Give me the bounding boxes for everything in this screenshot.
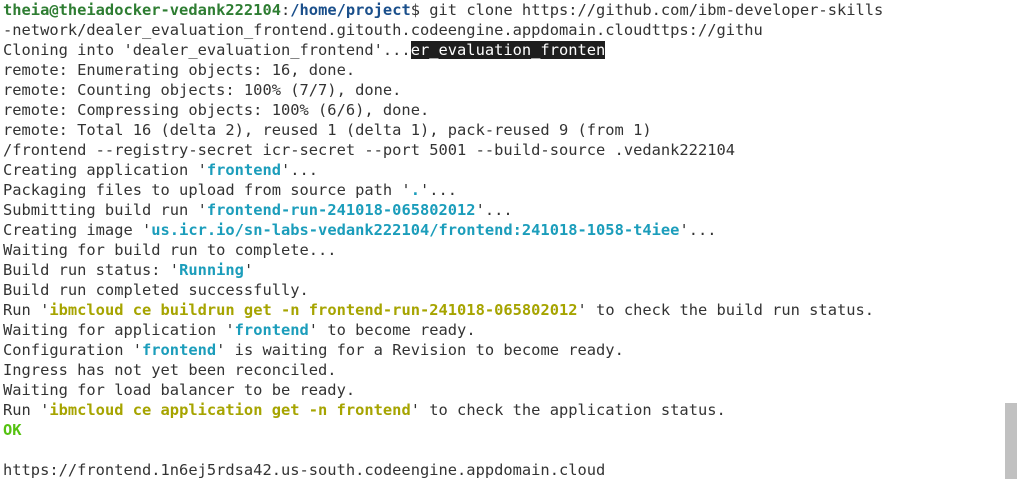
terminal-line: Run 'ibmcloud ce buildrun get -n fronten… bbox=[3, 300, 1020, 320]
quoted-value: frontend-run-241018-065802012 bbox=[206, 201, 476, 219]
quoted-value: frontend bbox=[234, 321, 309, 339]
output-text: ' bbox=[243, 261, 254, 279]
quoted-value: Running bbox=[179, 261, 244, 279]
quoted-value: us.icr.io/sn-labs-vedank222104/frontend:… bbox=[151, 221, 680, 239]
terminal-line: Build run completed successfully. bbox=[3, 280, 1020, 300]
output-text: remote: Counting objects: 100% (7/7), do… bbox=[3, 81, 402, 99]
output-text: Creating application ' bbox=[3, 161, 207, 179]
terminal-line: -network/dealer_evaluation_frontend.gito… bbox=[3, 20, 1020, 40]
ok-status: OK bbox=[3, 421, 22, 439]
terminal-line: Packaging files to upload from source pa… bbox=[3, 180, 1020, 200]
terminal-lines: theia@theiadocker-vedank222104:/home/pro… bbox=[3, 0, 1020, 480]
output-text: -network/dealer_evaluation_frontend.gito… bbox=[3, 21, 763, 39]
quoted-value: . bbox=[410, 181, 420, 199]
prompt-user: theia@theiadocker-vedank222104 bbox=[3, 1, 281, 19]
terminal-line: theia@theiadocker-vedank222104:/home/pro… bbox=[3, 0, 1020, 20]
quoted-value: frontend bbox=[142, 341, 217, 359]
output-text: Ingress has not yet been reconciled. bbox=[3, 361, 337, 379]
output-text: ' to become ready. bbox=[308, 321, 476, 339]
output-text: Waiting for build run to complete... bbox=[3, 241, 337, 259]
terminal-line: https://frontend.1n6ej5rdsa42.us-south.c… bbox=[3, 460, 1020, 480]
terminal-line: Creating application 'frontend'... bbox=[3, 160, 1020, 180]
output-text: Creating image ' bbox=[3, 221, 152, 239]
output-text: Build run status: ' bbox=[3, 261, 180, 279]
terminal-line: Cloning into 'dealer_evaluation_frontend… bbox=[3, 40, 1020, 60]
terminal-line: remote: Compressing objects: 100% (6/6),… bbox=[3, 100, 1020, 120]
selected-text: er_evaluation_fronten bbox=[410, 41, 606, 59]
terminal-line: remote: Enumerating objects: 16, done. bbox=[3, 60, 1020, 80]
terminal-line: Configuration 'frontend' is waiting for … bbox=[3, 340, 1020, 360]
terminal-line: Waiting for application 'frontend' to be… bbox=[3, 320, 1020, 340]
command-hint: ibmcloud ce buildrun get -n frontend-run… bbox=[49, 301, 578, 319]
output-text: ' is waiting for a Revision to become re… bbox=[216, 341, 624, 359]
output-text: remote: Total 16 (delta 2), reused 1 (de… bbox=[3, 121, 652, 139]
output-text: Submitting build run ' bbox=[3, 201, 207, 219]
output-text: Packaging files to upload from source pa… bbox=[3, 181, 411, 199]
command-hint: ibmcloud ce application get -n frontend bbox=[49, 401, 411, 419]
output-text: '... bbox=[281, 161, 319, 179]
terminal-line: Waiting for load balancer to be ready. bbox=[3, 380, 1020, 400]
terminal-line: Run 'ibmcloud ce application get -n fron… bbox=[3, 400, 1020, 420]
terminal-line: Build run status: 'Running' bbox=[3, 260, 1020, 280]
output-text: Run ' bbox=[3, 301, 50, 319]
output-text: : bbox=[280, 1, 291, 19]
output-text: Run ' bbox=[3, 401, 50, 419]
output-text: '... bbox=[679, 221, 717, 239]
output-text: $ git clone https://github.com/ibm-devel… bbox=[410, 1, 884, 19]
output-text: Waiting for application ' bbox=[3, 321, 235, 339]
prompt-path: /home/project bbox=[290, 1, 411, 19]
terminal-line: Waiting for build run to complete... bbox=[3, 240, 1020, 260]
output-text: remote: Compressing objects: 100% (6/6),… bbox=[3, 101, 430, 119]
output-text: Waiting for load balancer to be ready. bbox=[3, 381, 356, 399]
quoted-value: frontend bbox=[206, 161, 281, 179]
terminal-line: OK bbox=[3, 420, 1020, 440]
output-text: ' to check the build run status. bbox=[577, 301, 875, 319]
output-text: remote: Enumerating objects: 16, done. bbox=[3, 61, 356, 79]
terminal-line: Submitting build run 'frontend-run-24101… bbox=[3, 200, 1020, 220]
output-text: /frontend --registry-secret icr-secret -… bbox=[3, 141, 736, 159]
output-text: '... bbox=[475, 201, 513, 219]
output-text: Build run completed successfully. bbox=[3, 281, 309, 299]
terminal-line: Creating image 'us.icr.io/sn-labs-vedank… bbox=[3, 220, 1020, 240]
terminal-line: remote: Total 16 (delta 2), reused 1 (de… bbox=[3, 120, 1020, 140]
terminal-output[interactable]: theia@theiadocker-vedank222104:/home/pro… bbox=[0, 0, 1020, 490]
output-text: https://frontend.1n6ej5rdsa42.us-south.c… bbox=[3, 461, 606, 479]
output-text: '... bbox=[419, 181, 458, 199]
terminal-line: remote: Counting objects: 100% (7/7), do… bbox=[3, 80, 1020, 100]
output-text: Cloning into 'dealer_evaluation_frontend… bbox=[3, 41, 411, 59]
terminal-line: /frontend --registry-secret icr-secret -… bbox=[3, 140, 1020, 160]
terminal-line: Ingress has not yet been reconciled. bbox=[3, 360, 1020, 380]
vertical-scrollbar-thumb[interactable] bbox=[1005, 403, 1017, 479]
output-text: Configuration ' bbox=[3, 341, 142, 359]
output-text: ' to check the application status. bbox=[410, 401, 726, 419]
